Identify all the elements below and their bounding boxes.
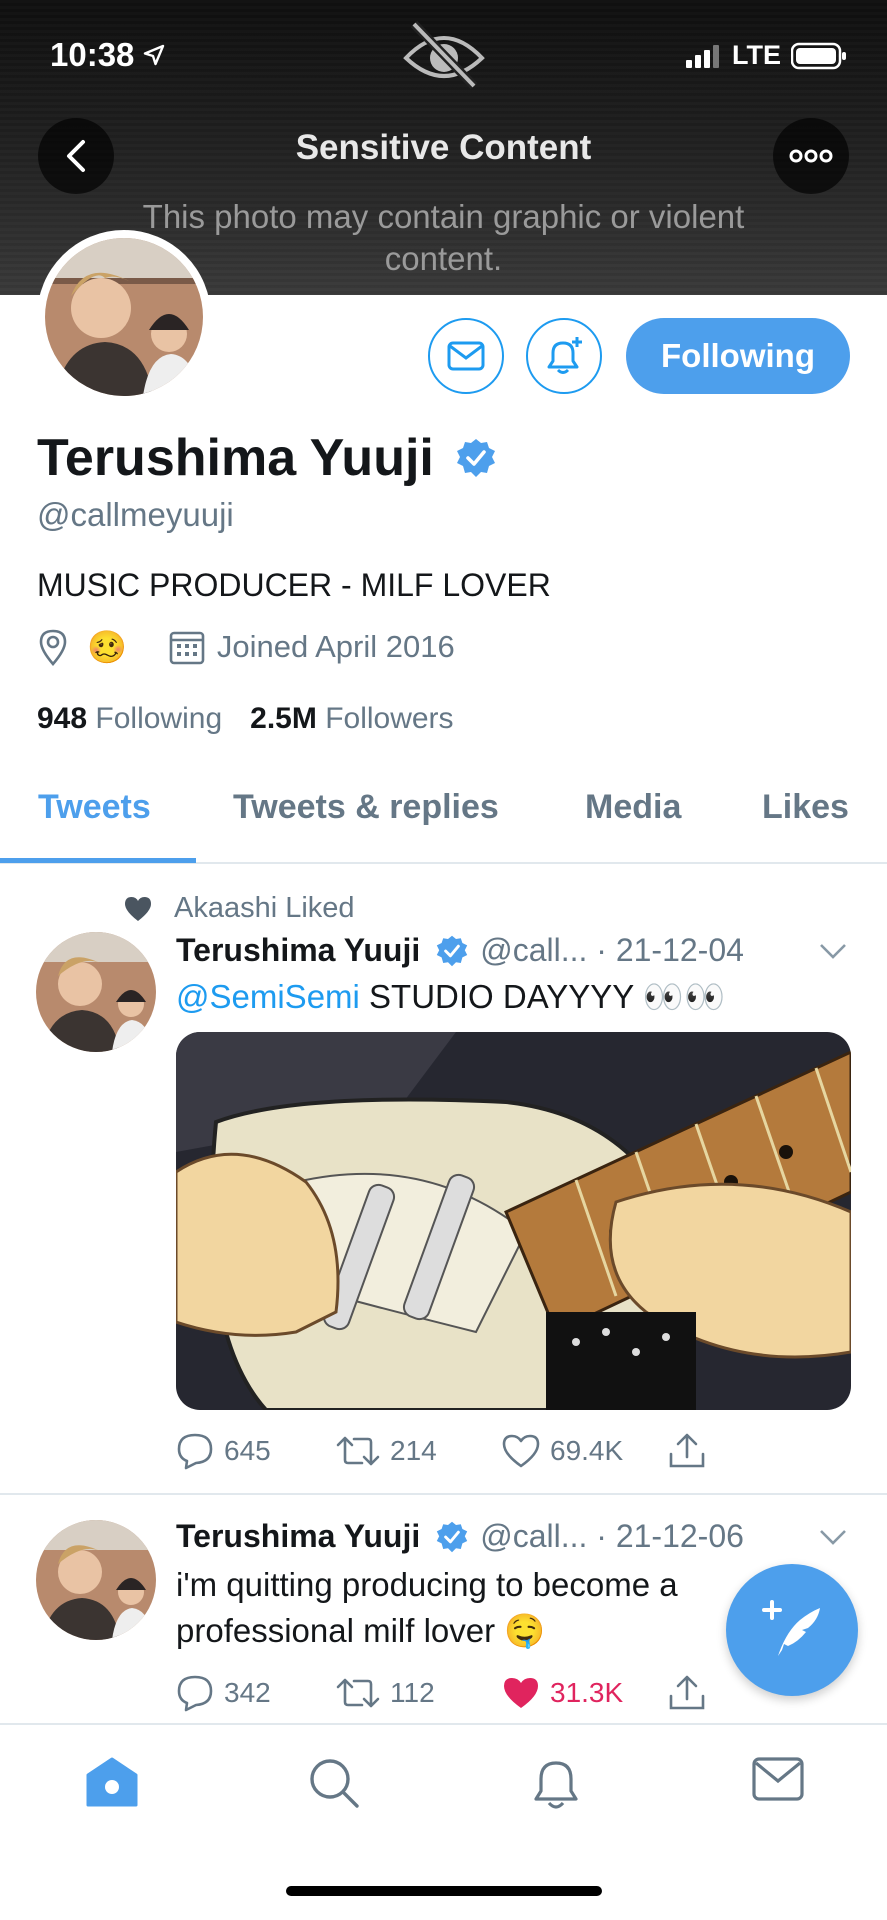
verified-badge-icon bbox=[456, 439, 495, 477]
share-button[interactable] bbox=[668, 1674, 706, 1712]
following-button[interactable]: Following bbox=[626, 318, 850, 394]
chevron-down-icon[interactable] bbox=[819, 942, 847, 960]
tab-media[interactable]: Media bbox=[585, 788, 681, 827]
location-arrow-icon bbox=[144, 44, 165, 66]
more-icon bbox=[789, 149, 833, 163]
tweet-social-context: Akaashi Liked bbox=[124, 892, 355, 925]
compose-tweet-button[interactable] bbox=[726, 1564, 858, 1696]
profile-meta: 🥴 Joined April 2016 bbox=[37, 628, 455, 666]
heart-icon bbox=[502, 1434, 540, 1468]
retweet-icon bbox=[336, 1678, 380, 1708]
eye-off-icon bbox=[403, 20, 485, 90]
share-icon bbox=[669, 1675, 705, 1710]
share-button[interactable] bbox=[668, 1432, 706, 1470]
tab-tweets-replies[interactable]: Tweets & replies bbox=[233, 788, 499, 827]
tweet-header: Terushima Yuuji @call... · 21-12-06 bbox=[176, 1518, 744, 1554]
profile-handle: @callmeyuuji bbox=[37, 496, 234, 533]
verified-badge-icon bbox=[437, 935, 468, 966]
battery-icon bbox=[791, 42, 846, 69]
tweet-avatar[interactable] bbox=[36, 1520, 156, 1640]
tweet-header: Terushima Yuuji @call... · 21-12-04 bbox=[176, 932, 744, 968]
reply-icon bbox=[177, 1433, 213, 1470]
profile-avatar[interactable] bbox=[37, 230, 211, 404]
follow-counts: 948 Following 2.5M Followers bbox=[37, 702, 454, 736]
chevron-down-icon[interactable] bbox=[819, 1528, 847, 1546]
retweet-icon bbox=[336, 1436, 380, 1466]
profile-name: Terushima Yuuji bbox=[37, 428, 496, 488]
mention-link[interactable]: @SemiSemi bbox=[176, 978, 360, 1015]
joined-date: Joined April 2016 bbox=[216, 629, 455, 664]
status-time: 10:38 bbox=[50, 36, 166, 74]
status-indicators: LTE bbox=[686, 40, 847, 71]
compose-icon bbox=[762, 1600, 820, 1656]
location-emoji: 🥴 bbox=[87, 629, 127, 665]
tab-likes[interactable]: Likes bbox=[762, 788, 849, 827]
retweet-button[interactable]: 112 bbox=[336, 1676, 502, 1710]
tweet-text: @SemiSemi STUDIO DAYYYY 👀👀 bbox=[176, 978, 726, 1015]
reply-icon bbox=[177, 1675, 213, 1712]
tweet-divider bbox=[0, 1493, 887, 1495]
heart-filled-icon bbox=[504, 1678, 538, 1708]
active-tab-indicator bbox=[0, 858, 196, 863]
reply-button[interactable]: 342 bbox=[176, 1674, 336, 1712]
network-label: LTE bbox=[732, 40, 781, 70]
sensitive-subtitle: This photo may contain graphic or violen… bbox=[142, 198, 745, 277]
search-icon[interactable] bbox=[308, 1757, 360, 1809]
heart-icon bbox=[125, 896, 151, 921]
notify-button[interactable] bbox=[526, 318, 602, 394]
tweet-avatar[interactable] bbox=[36, 932, 156, 1052]
like-button[interactable]: 31.3K bbox=[502, 1676, 668, 1710]
sensitive-title: Sensitive Content bbox=[295, 128, 592, 167]
tweet-text: i'm quitting producing to become a profe… bbox=[176, 1566, 678, 1649]
more-button[interactable] bbox=[773, 118, 849, 194]
mail-icon bbox=[447, 341, 485, 371]
tweet-actions: 645 214 69.4K bbox=[176, 1432, 706, 1470]
notifications-icon[interactable] bbox=[530, 1757, 582, 1811]
share-icon bbox=[669, 1433, 705, 1468]
like-button[interactable]: 69.4K bbox=[502, 1434, 668, 1468]
messages-icon[interactable] bbox=[752, 1757, 804, 1801]
calendar-icon bbox=[169, 631, 205, 665]
tweet-actions: 342 112 31.3K bbox=[176, 1674, 706, 1712]
retweet-button[interactable]: 214 bbox=[336, 1434, 502, 1468]
message-button[interactable] bbox=[428, 318, 504, 394]
signal-icon bbox=[686, 44, 719, 68]
verified-badge-icon bbox=[437, 1521, 468, 1552]
bell-plus-icon bbox=[547, 337, 582, 374]
home-indicator bbox=[286, 1886, 602, 1896]
location-icon bbox=[39, 629, 67, 666]
tab-tweets[interactable]: Tweets bbox=[38, 788, 151, 827]
tweet-media[interactable] bbox=[176, 1032, 851, 1410]
profile-bio: MUSIC PRODUCER - MILF LOVER bbox=[37, 567, 551, 603]
profile-tabs: Tweets Tweets & replies Media Likes bbox=[0, 778, 887, 864]
reply-button[interactable]: 645 bbox=[176, 1432, 336, 1470]
following-count-link[interactable]: 948 Following bbox=[37, 702, 222, 736]
home-icon[interactable] bbox=[86, 1757, 138, 1807]
followers-count-link[interactable]: 2.5M Followers bbox=[250, 702, 453, 736]
